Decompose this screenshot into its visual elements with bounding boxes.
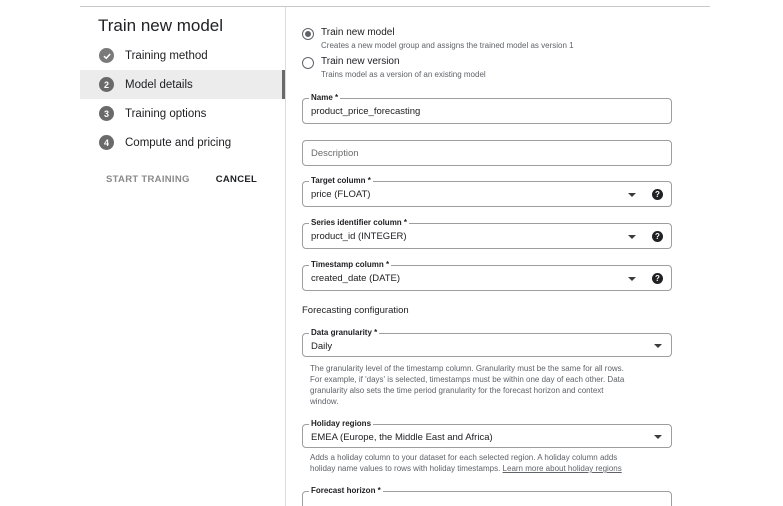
help-icon[interactable]: ? bbox=[652, 189, 663, 200]
name-value: product_price_forecasting bbox=[311, 106, 421, 117]
stepper-panel: Train new model Training method 2 Model … bbox=[80, 7, 285, 506]
step-number-4-icon: 4 bbox=[99, 135, 114, 150]
step-training-options[interactable]: 3 Training options bbox=[80, 99, 285, 128]
help-icon[interactable]: ? bbox=[652, 231, 663, 242]
timestamp-column-select[interactable]: Timestamp column * created_date (DATE) ? bbox=[302, 260, 672, 291]
data-granularity-select[interactable]: Data granularity * Daily bbox=[302, 328, 672, 357]
radio-label: Train new version bbox=[321, 56, 400, 67]
hint-line: The granularity level of the timestamp c… bbox=[310, 364, 624, 373]
chevron-down-icon[interactable] bbox=[654, 344, 662, 348]
data-granularity-value: Daily bbox=[311, 341, 333, 352]
hint-line: Adds a holiday column to your dataset fo… bbox=[310, 453, 618, 462]
check-icon bbox=[99, 48, 114, 63]
radio-train-new-version[interactable]: Train new version Trains model as a vers… bbox=[302, 56, 486, 79]
help-icon[interactable]: ? bbox=[652, 273, 663, 284]
start-training-button[interactable]: START TRAINING bbox=[106, 174, 190, 185]
data-granularity-label: Data granularity * bbox=[309, 328, 380, 337]
holiday-regions-hint: Adds a holiday column to your dataset fo… bbox=[310, 452, 665, 474]
action-buttons: START TRAINING CANCEL bbox=[106, 174, 257, 185]
hint-line: holiday name values to rows with holiday… bbox=[310, 463, 665, 474]
step-number-3-icon: 3 bbox=[99, 106, 114, 121]
series-identifier-select[interactable]: Series identifier column * product_id (I… bbox=[302, 218, 672, 249]
description-field[interactable]: Description bbox=[302, 140, 672, 166]
target-column-label: Target column * bbox=[309, 176, 373, 185]
step-model-details[interactable]: 2 Model details bbox=[80, 70, 285, 99]
target-column-select[interactable]: Target column * price (FLOAT) ? bbox=[302, 176, 672, 207]
model-details-form: Train new model Creates a new model grou… bbox=[286, 7, 783, 506]
chevron-down-icon[interactable] bbox=[628, 193, 636, 197]
forecast-horizon-field[interactable]: Forecast horizon * bbox=[302, 486, 672, 506]
step-label: Compute and pricing bbox=[125, 136, 232, 149]
step-training-method[interactable]: Training method bbox=[80, 41, 285, 70]
series-identifier-label: Series identifier column * bbox=[309, 218, 410, 227]
radio-label: Train new model bbox=[321, 27, 395, 38]
timestamp-column-value: created_date (DATE) bbox=[311, 273, 401, 284]
forecasting-section-title: Forecasting configuration bbox=[302, 305, 409, 316]
learn-more-holiday-regions-link[interactable]: Learn more about holiday regions bbox=[503, 464, 622, 473]
name-field[interactable]: Name * product_price_forecasting bbox=[302, 93, 672, 124]
holiday-regions-value: EMEA (Europe, the Middle East and Africa… bbox=[311, 432, 493, 443]
chevron-down-icon[interactable] bbox=[628, 235, 636, 239]
description-placeholder: Description bbox=[311, 148, 359, 159]
hint-line: granularity also sets the time period gr… bbox=[310, 386, 604, 395]
series-identifier-value: product_id (INTEGER) bbox=[311, 231, 407, 242]
holiday-regions-select[interactable]: Holiday regions EMEA (Europe, the Middle… bbox=[302, 419, 672, 448]
radio-description: Trains model as a version of an existing… bbox=[321, 70, 486, 79]
step-label: Training method bbox=[125, 49, 208, 62]
radio-unselected-icon[interactable] bbox=[302, 57, 314, 69]
hint-line: For example, if 'days' is selected, time… bbox=[310, 375, 625, 384]
step-compute-and-pricing[interactable]: 4 Compute and pricing bbox=[80, 128, 285, 157]
hint-text: holiday name values to rows with holiday… bbox=[310, 464, 501, 473]
holiday-regions-label: Holiday regions bbox=[309, 419, 374, 428]
timestamp-column-label: Timestamp column * bbox=[309, 260, 392, 269]
step-label: Model details bbox=[125, 78, 193, 91]
step-label: Training options bbox=[125, 107, 207, 120]
chevron-down-icon[interactable] bbox=[628, 277, 636, 281]
page-title: Train new model bbox=[98, 16, 224, 35]
radio-selected-icon[interactable] bbox=[302, 28, 314, 40]
target-column-value: price (FLOAT) bbox=[311, 189, 371, 200]
chevron-down-icon[interactable] bbox=[654, 435, 662, 439]
hint-line: window. bbox=[310, 397, 339, 406]
data-granularity-hint: The granularity level of the timestamp c… bbox=[310, 363, 665, 407]
step-number-2-icon: 2 bbox=[99, 77, 114, 92]
radio-train-new-model[interactable]: Train new model Creates a new model grou… bbox=[302, 27, 574, 50]
radio-description: Creates a new model group and assigns th… bbox=[321, 41, 574, 50]
forecast-horizon-label: Forecast horizon * bbox=[309, 486, 383, 495]
cancel-button[interactable]: CANCEL bbox=[216, 174, 257, 185]
name-label: Name * bbox=[309, 93, 341, 102]
